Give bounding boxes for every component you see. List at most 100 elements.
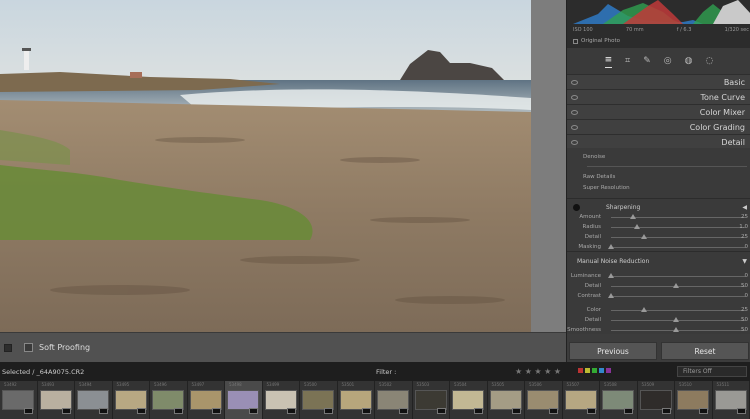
slider-knob[interactable] (673, 327, 679, 332)
slider-value[interactable]: 25 (741, 214, 748, 220)
info-icon[interactable] (573, 203, 580, 211)
section-color-mixer[interactable]: Color Mixer (567, 104, 750, 119)
eye-icon[interactable] (571, 124, 578, 130)
thumbnail-image[interactable] (564, 390, 597, 410)
sliders-icon[interactable]: ≡ (604, 55, 613, 68)
slider-knob[interactable] (673, 317, 679, 322)
eye-icon[interactable] (571, 79, 578, 85)
slider-knob[interactable] (608, 273, 614, 278)
slider-value[interactable]: 50 (741, 327, 748, 333)
sharpening-slider-row[interactable]: Amount 25 (567, 212, 750, 222)
slider-value[interactable]: 0 (745, 273, 749, 279)
thumbnail-image[interactable] (264, 390, 297, 410)
slider-track[interactable] (611, 296, 745, 297)
star-filter[interactable]: ★ ★ ★ ★ ★ (515, 367, 561, 376)
crop-icon[interactable]: ⌗ (625, 56, 630, 66)
thumbnail-image[interactable] (39, 390, 72, 410)
color-label-chip[interactable] (578, 368, 583, 373)
slider-value[interactable]: 50 (741, 317, 748, 323)
section-tone-curve[interactable]: Tone Curve (567, 89, 750, 104)
thumbnail-image[interactable] (602, 390, 634, 410)
luminance-slider-row[interactable]: Detail 50 (567, 281, 750, 291)
thumbnail-image[interactable] (377, 390, 409, 410)
soft-proofing-checkbox[interactable] (24, 343, 33, 352)
slider-knob[interactable] (634, 224, 640, 229)
thumbnail-image[interactable] (77, 390, 109, 410)
filmstrip-thumbnail[interactable]: 53506 (525, 381, 563, 419)
collapse-icon[interactable]: ◀ (742, 204, 747, 211)
filmstrip-thumbnail[interactable]: 53501 (337, 381, 375, 419)
slider-value[interactable]: 25 (741, 234, 748, 240)
effects-icon[interactable]: ◌ (706, 56, 714, 66)
luminance-slider-row[interactable]: Contrast 0 (567, 291, 750, 301)
color-slider-row[interactable]: Detail 50 (567, 315, 750, 325)
thumbnail-image[interactable] (527, 390, 559, 410)
filmstrip-thumbnail[interactable]: 53497 (187, 381, 225, 419)
thumbnail-image[interactable] (2, 390, 34, 410)
view-mode-icon[interactable] (4, 343, 12, 352)
thumbnail-image[interactable] (189, 390, 222, 410)
filmstrip-thumbnail[interactable]: 53510 (675, 381, 713, 419)
slider-knob[interactable] (608, 293, 614, 298)
slider-value[interactable]: 25 (741, 307, 748, 313)
thumbnail-image[interactable] (152, 390, 184, 410)
masking-icon[interactable]: ◍ (685, 56, 693, 66)
filmstrip-thumbnail[interactable]: 53495 (112, 381, 150, 419)
filmstrip-thumbnail[interactable]: 53496 (150, 381, 188, 419)
slider-track[interactable] (611, 247, 745, 248)
filmstrip-thumbnail[interactable]: 53504 (450, 381, 488, 419)
thumbnail-image[interactable] (639, 390, 672, 410)
slider-track[interactable] (611, 310, 745, 311)
eye-icon[interactable] (571, 139, 578, 145)
eye-icon[interactable] (571, 94, 578, 100)
denoise-row[interactable]: Denoise (567, 152, 750, 167)
filmstrip-thumbnail[interactable]: 53499 (262, 381, 300, 419)
color-label-chip[interactable] (606, 368, 611, 373)
slider-track[interactable] (611, 276, 745, 277)
thumbnail-image[interactable] (452, 390, 484, 410)
section-detail[interactable]: Detail (567, 134, 750, 149)
luminance-slider-row[interactable]: Luminance 0 (567, 271, 750, 281)
section-basic[interactable]: Basic (567, 74, 750, 89)
thumbnail-image[interactable] (227, 390, 259, 410)
previous-button[interactable]: Previous (569, 342, 657, 360)
filmstrip-thumbnail[interactable]: 53492 (0, 381, 38, 419)
slider-value[interactable]: 1.0 (739, 224, 748, 230)
original-photo-toggle[interactable]: Original Photo (573, 38, 620, 44)
thumbnail-image[interactable] (714, 390, 747, 410)
redeye-icon[interactable]: ◎ (664, 56, 672, 66)
super-resolution-row[interactable]: Super Resolution (567, 183, 750, 193)
sharpening-slider-row[interactable]: Radius 1.0 (567, 222, 750, 232)
filmstrip-thumbnail[interactable]: 53494 (75, 381, 113, 419)
slider-value[interactable]: 0 (745, 293, 749, 299)
slider-knob[interactable] (640, 234, 647, 239)
filmstrip-thumbnail[interactable]: 53508 (600, 381, 638, 419)
sharpening-slider-row[interactable]: Masking 0 (567, 242, 750, 252)
filmstrip-thumbnail[interactable]: 53505 (487, 381, 525, 419)
thumbnail-image[interactable] (302, 390, 334, 410)
color-label-chip[interactable] (585, 368, 590, 373)
thumbnail-image[interactable] (677, 390, 709, 410)
filters-off-dropdown[interactable]: Filters Off (677, 366, 747, 377)
filmstrip-thumbnail[interactable]: 53507 (562, 381, 600, 419)
color-label-chip[interactable] (592, 368, 597, 373)
photo-preview[interactable] (0, 0, 531, 332)
histogram[interactable]: ISO 100 70 mm f / 6.3 1/320 sec Original… (567, 0, 750, 48)
slider-value[interactable]: 0 (745, 244, 749, 250)
filmstrip-thumbnail[interactable]: 53511 (712, 381, 750, 419)
filmstrip-thumbnail[interactable]: 53500 (300, 381, 338, 419)
reset-button[interactable]: Reset (661, 342, 749, 360)
filmstrip-thumbnail[interactable]: 53509 (637, 381, 675, 419)
filmstrip-thumbnail[interactable]: 53502 (375, 381, 413, 419)
raw-details-row[interactable]: Raw Details (567, 172, 750, 182)
slider-knob[interactable] (640, 307, 647, 312)
section-color-grading[interactable]: Color Grading (567, 119, 750, 134)
sharpening-slider-row[interactable]: Detail 25 (567, 232, 750, 242)
expand-icon[interactable]: ▼ (742, 258, 747, 265)
original-photo-checkbox[interactable] (573, 38, 578, 44)
color-label-chip[interactable] (599, 368, 604, 373)
thumbnail-image[interactable] (489, 390, 522, 410)
color-slider-row[interactable]: Smoothness 50 (567, 325, 750, 335)
filmstrip-thumbnail[interactable]: 53498 (225, 381, 263, 419)
slider-knob[interactable] (673, 283, 679, 288)
